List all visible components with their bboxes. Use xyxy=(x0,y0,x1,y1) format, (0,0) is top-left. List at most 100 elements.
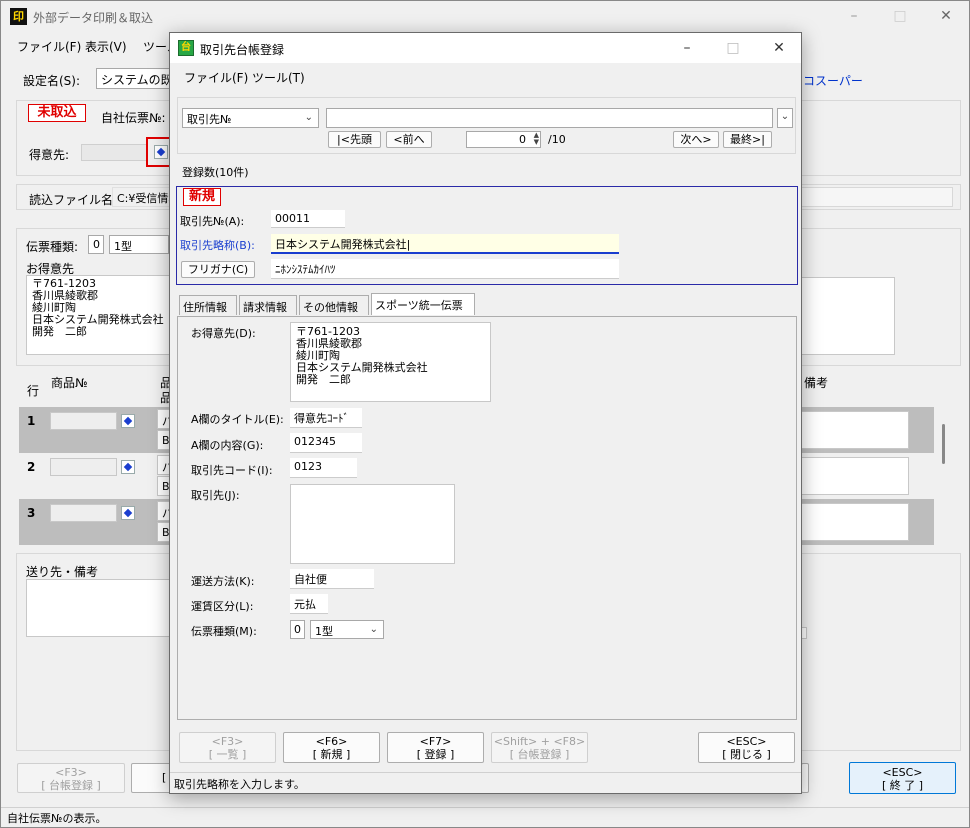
torihiki-j-box[interactable] xyxy=(290,484,455,564)
main-status-bar: 自社伝票№の表示。 xyxy=(1,807,969,827)
minimize-icon[interactable]: – xyxy=(831,1,877,31)
unchin-field[interactable]: 元払 xyxy=(290,594,328,614)
dialog-title-bar: 台 取引先台帳登録 – □ ✕ xyxy=(170,33,801,63)
furigana-label: フリガナ(C) xyxy=(187,263,249,276)
main-f3-label: [ 台帳登録 ] xyxy=(41,779,101,792)
dialog-sf8-key: <Shift> + <F8> xyxy=(493,735,586,748)
denpyo-code-field[interactable]: 0 xyxy=(290,620,305,639)
main-menu-view[interactable]: 表示(V) xyxy=(85,38,127,55)
status-badge-unimported: 未取込 xyxy=(28,104,86,122)
dialog-f7-key: <F7> xyxy=(419,735,452,748)
dialog-f3-key: <F3> xyxy=(211,735,244,748)
read-file-label: 読込ファイル名: xyxy=(29,193,118,207)
dialog-shift-f8-button[interactable]: <Shift> + <F8>[ 台帳登録 ] xyxy=(491,732,588,763)
customer-lookup-icon[interactable] xyxy=(154,145,168,159)
furigana-button[interactable]: フリガナ(C) xyxy=(181,261,255,278)
product-lookup-icon[interactable] xyxy=(121,414,135,428)
grid-biko-cell[interactable] xyxy=(801,457,909,495)
furigana-field[interactable]: ﾆﾎﾝｼｽﾃﾑｶｲﾊﾂ xyxy=(271,259,619,279)
read-file-value: C:¥受信情報 xyxy=(117,192,171,205)
tab-billing[interactable]: 請求情報 xyxy=(239,295,297,315)
tab-address[interactable]: 住所情報 xyxy=(179,295,237,315)
dialog-app-icon: 台 xyxy=(178,40,194,56)
grid-product-input[interactable] xyxy=(50,504,117,522)
nav-first-button[interactable]: |<先頭 xyxy=(328,131,381,148)
read-file-field-right[interactable] xyxy=(801,187,953,207)
app-icon: 印 xyxy=(10,8,27,25)
nav-prev-button[interactable]: <前へ xyxy=(386,131,432,148)
a-title-value: 得意先ｺｰﾄﾞ xyxy=(294,412,349,425)
main-window-title: 外部データ印刷＆取込 xyxy=(33,11,154,25)
torihiki-no-label: 取引先№(A): xyxy=(180,215,245,228)
a-content-value: 012345 xyxy=(294,435,336,448)
product-lookup-icon[interactable] xyxy=(121,506,135,520)
okyakusaki-d-box[interactable]: 〒761-1203 香川県綾歌郡 綾川町陶 日本システム開発株式会社 開発 二郎 xyxy=(290,322,491,402)
main-menu-file[interactable]: ファイル(F) xyxy=(17,38,81,55)
dialog-menu-tools[interactable]: ツール(T) xyxy=(252,69,305,86)
search-field-select[interactable]: 取引先№ ⌄ xyxy=(182,108,319,128)
torihiki-j-label: 取引先(J): xyxy=(191,489,240,502)
nav-next-button[interactable]: 次へ> xyxy=(673,131,719,148)
dialog-esc-key: <ESC> xyxy=(726,735,767,748)
grid-product-input[interactable] xyxy=(50,412,117,430)
unso-label: 運送方法(K): xyxy=(191,575,255,588)
okyakusaki-box[interactable]: 〒761-1203 香川県綾歌郡 綾川町陶 日本システム開発株式会社 開発 二郎 xyxy=(26,275,171,355)
denpyo-select[interactable]: 1型 ⌄ xyxy=(310,620,384,639)
dialog-menu-file[interactable]: ファイル(F) xyxy=(184,69,248,86)
dialog-f6-key: <F6> xyxy=(315,735,348,748)
slip-type-select[interactable]: 1型 xyxy=(109,235,169,254)
maximize-icon[interactable]: □ xyxy=(877,1,923,31)
torihiki-code-field[interactable]: 0123 xyxy=(290,458,357,478)
status-badge-text: 未取込 xyxy=(37,105,77,120)
main-right-hidden-button[interactable] xyxy=(801,763,809,793)
main-esc-button[interactable]: <ESC>[ 終 了 ] xyxy=(849,762,956,794)
link-right[interactable]: コスーパー xyxy=(803,72,863,89)
customer-label: 得意先: xyxy=(29,148,70,162)
grid-biko-cell[interactable] xyxy=(801,503,909,541)
dialog-title: 取引先台帳登録 xyxy=(200,43,285,57)
nav-next-label: 次へ> xyxy=(680,133,712,146)
tab-other[interactable]: その他情報 xyxy=(299,295,369,315)
dialog-f6-new-button[interactable]: <F6>[ 新規 ] xyxy=(283,732,380,763)
main-hidden-label: [ xyxy=(162,771,167,784)
dialog-f7-register-button[interactable]: <F7>[ 登録 ] xyxy=(387,732,484,763)
nav-position-value: 0 xyxy=(519,133,526,146)
dialog-esc-close-button[interactable]: <ESC>[ 閉じる ] xyxy=(698,732,795,763)
dialog-minimize-icon[interactable]: – xyxy=(664,33,710,63)
dialog-maximize-icon[interactable]: □ xyxy=(710,33,756,63)
dialog-f3-button[interactable]: <F3>[ 一覧 ] xyxy=(179,732,276,763)
unso-field[interactable]: 自社便 xyxy=(290,569,374,589)
a-title-field[interactable]: 得意先ｺｰﾄﾞ xyxy=(290,408,362,428)
spinner-icon[interactable]: ▲ ▼ xyxy=(534,132,539,146)
a-content-field[interactable]: 012345 xyxy=(290,433,362,453)
chevron-down-icon: ⌄ xyxy=(304,112,313,123)
main-f3-button[interactable]: <F3>[ 台帳登録 ] xyxy=(17,763,125,793)
denpyo-label: 伝票種類(M): xyxy=(191,625,257,638)
setting-name-label: 設定名(S): xyxy=(23,74,81,88)
torihiki-no-value: 00011 xyxy=(275,212,310,225)
okyakusaki-box-right[interactable] xyxy=(801,277,895,355)
read-file-field[interactable]: C:¥受信情報 xyxy=(112,187,172,207)
nav-last-button[interactable]: 最終>| xyxy=(723,131,772,148)
grid-product-header: 商品№ xyxy=(51,376,88,390)
customer-field[interactable] xyxy=(81,144,147,161)
search-input[interactable] xyxy=(326,108,773,128)
text-cursor: | xyxy=(406,238,411,251)
furigana-value: ﾆﾎﾝｼｽﾃﾑｶｲﾊﾂ xyxy=(275,263,336,276)
ryakusho-field[interactable]: 日本システム開発株式会社| xyxy=(271,234,619,254)
nav-position-input[interactable]: 0 ▲ ▼ xyxy=(466,131,541,148)
search-dropdown[interactable]: ⌄ xyxy=(777,108,793,128)
grid-scrollbar-thumb[interactable] xyxy=(942,424,945,464)
setting-name-select[interactable]: システムの既定 xyxy=(96,68,176,89)
grid-biko-cell[interactable] xyxy=(801,411,909,449)
product-lookup-icon[interactable] xyxy=(121,460,135,474)
tab-sports-slip[interactable]: スポーツ統一伝票 xyxy=(371,293,475,315)
main-title-bar: 印 外部データ印刷＆取込 – □ ✕ xyxy=(1,1,969,31)
torihiki-no-field[interactable]: 00011 xyxy=(271,210,345,228)
close-icon[interactable]: ✕ xyxy=(923,1,969,31)
main-hidden-button[interactable]: [ xyxy=(131,763,171,793)
dialog-close-icon[interactable]: ✕ xyxy=(756,33,802,63)
grid-product-input[interactable] xyxy=(50,458,117,476)
slip-type-code[interactable]: 0 xyxy=(88,235,104,254)
okuri-box[interactable] xyxy=(26,579,172,637)
